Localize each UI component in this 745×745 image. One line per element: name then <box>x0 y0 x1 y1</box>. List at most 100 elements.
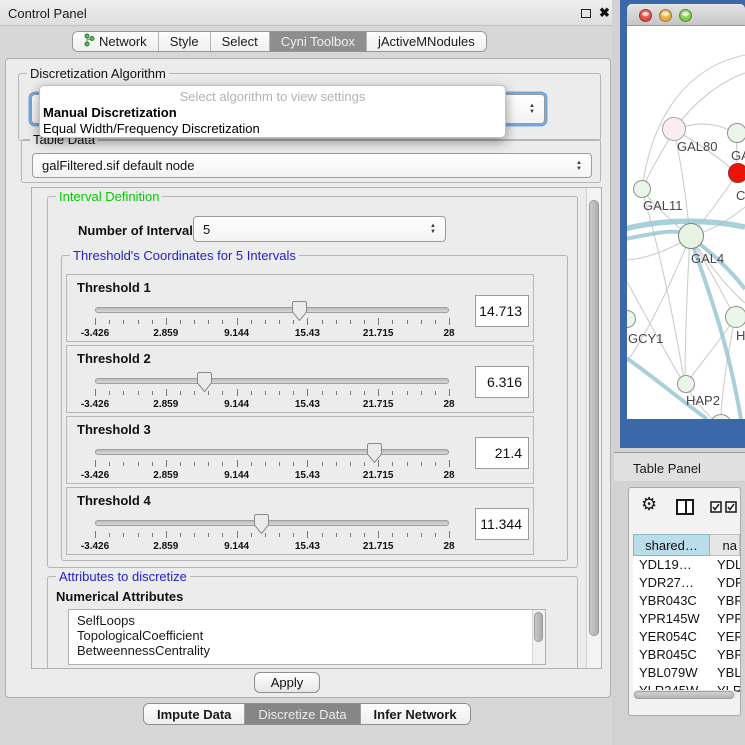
attributes-list-scrollbar[interactable] <box>532 610 545 664</box>
scrollbar-thumb[interactable] <box>634 691 734 699</box>
network-node[interactable] <box>677 375 695 393</box>
tick-mark <box>364 462 365 466</box>
node-label: GAL11 <box>643 198 683 213</box>
table-row[interactable]: YBL079WYBL0 <box>633 664 740 682</box>
table-row[interactable]: YBR045CYBR0 <box>633 646 740 664</box>
threshold-value-field[interactable]: 21.4 <box>475 437 529 469</box>
tick-mark <box>251 533 252 537</box>
tick-mark <box>166 318 167 325</box>
horizontal-scrollbar[interactable] <box>633 690 737 699</box>
network-node[interactable] <box>633 180 651 198</box>
tick-mark <box>307 460 308 467</box>
threshold-value-field[interactable]: 14.713 <box>475 295 529 327</box>
tick-mark <box>293 533 294 537</box>
tab-label: jActiveMNodules <box>378 34 475 49</box>
num-intervals-spinner[interactable]: 5 ▲▼ <box>193 216 446 242</box>
tick-mark <box>307 389 308 396</box>
zoom-traffic-light[interactable] <box>679 9 692 22</box>
attribute-item-betweennesscentrality[interactable]: BetweennessCentrality <box>77 643 545 658</box>
float-window-icon[interactable] <box>581 9 591 18</box>
slider-thumb[interactable] <box>292 301 307 321</box>
tick-mark <box>265 462 266 466</box>
checkbox-icon[interactable] <box>725 501 737 516</box>
tick-mark <box>180 391 181 395</box>
apply-button[interactable]: Apply <box>254 672 320 693</box>
scrollbar-thumb[interactable] <box>589 200 599 636</box>
column-header-shared-[interactable]: shared… <box>633 534 710 556</box>
column-header-na[interactable]: na <box>710 534 740 556</box>
tick-label: 28 <box>443 399 454 410</box>
slider-thumb[interactable] <box>367 443 382 463</box>
table-row[interactable]: YDL19…YDL1 <box>633 556 740 574</box>
tick-label: 9.144 <box>224 470 249 481</box>
threshold-slider-track[interactable] <box>95 449 449 455</box>
tick-label: 21.715 <box>363 328 394 339</box>
threshold-slider[interactable]: -3.4262.8599.14415.4321.71528 <box>95 514 449 554</box>
threshold-value-field[interactable]: 11.344 <box>475 508 529 540</box>
tab-impute-data[interactable]: Impute Data <box>144 704 245 724</box>
tab-infer-network[interactable]: Infer Network <box>361 704 470 724</box>
tick-mark <box>251 320 252 324</box>
tick-mark <box>364 320 365 324</box>
threshold-slider-track[interactable] <box>95 520 449 526</box>
table-row[interactable]: YBR043CYBR0 <box>633 592 740 610</box>
network-node[interactable] <box>678 223 704 249</box>
close-traffic-light[interactable] <box>639 9 652 22</box>
tick-mark <box>109 533 110 537</box>
network-node[interactable] <box>728 163 745 183</box>
table-row[interactable]: YER054CYER0 <box>633 628 740 646</box>
tab-network[interactable]: Network <box>73 32 159 51</box>
tick-mark <box>378 318 379 325</box>
network-view-frame: GAL80GALCGAL11GAL4GCY1HHAP2 <box>620 0 745 448</box>
node-label: H <box>736 328 745 343</box>
network-node[interactable] <box>662 117 686 141</box>
threshold-label: Threshold 4 <box>77 493 151 508</box>
tick-mark <box>237 389 238 396</box>
threshold-slider[interactable]: -3.4262.8599.14415.4321.71528 <box>95 301 449 341</box>
tick-label: 2.859 <box>153 470 178 481</box>
table-row[interactable]: YDR27…YDR2 <box>633 574 740 592</box>
scrollbar-thumb[interactable] <box>534 612 543 642</box>
tick-mark <box>279 320 280 324</box>
dropdown-options: Manual DiscretizationEqual Width/Frequen… <box>40 105 505 137</box>
threshold-slider[interactable]: -3.4262.8599.14415.4321.71528 <box>95 443 449 483</box>
tick-mark <box>392 462 393 466</box>
cell-shared-name: YBR043C <box>633 592 710 610</box>
threshold-slider-track[interactable] <box>95 307 449 313</box>
threshold-slider-track[interactable] <box>95 378 449 384</box>
slider-thumb[interactable] <box>197 372 212 392</box>
close-icon[interactable]: ✖ <box>599 5 610 21</box>
vertical-scrollbar[interactable] <box>586 188 601 668</box>
tab-select[interactable]: Select <box>211 32 270 51</box>
dropdown-option-manual-discretization[interactable]: Manual Discretization <box>40 105 505 121</box>
attribute-item-topologicalcoefficient[interactable]: TopologicalCoefficient <box>77 628 545 643</box>
split-columns-icon[interactable] <box>676 499 694 515</box>
gear-icon[interactable]: ⚙ <box>641 494 657 515</box>
tick-mark <box>435 391 436 395</box>
tick-label: -3.426 <box>81 328 109 339</box>
attributes-group: Attributes to discretize Numerical Attri… <box>47 576 578 669</box>
slider-thumb[interactable] <box>254 514 269 534</box>
tick-label: 15.43 <box>295 328 320 339</box>
minimize-traffic-light[interactable] <box>659 9 672 22</box>
tick-mark <box>407 533 408 537</box>
network-canvas[interactable]: GAL80GALCGAL11GAL4GCY1HHAP2 <box>627 27 745 419</box>
tab-cyni-toolbox[interactable]: Cyni Toolbox <box>270 32 367 51</box>
tab-jactivemnodules[interactable]: jActiveMNodules <box>367 32 486 51</box>
table-data-combobox[interactable]: galFiltered.sif default node ▲▼ <box>32 153 592 178</box>
threshold-value-field[interactable]: 6.316 <box>475 366 529 398</box>
tab-discretize-data[interactable]: Discretize Data <box>245 704 360 724</box>
network-node[interactable] <box>725 306 745 328</box>
cell-name: YER0 <box>710 628 740 646</box>
tick-mark <box>222 533 223 537</box>
threshold-slider[interactable]: -3.4262.8599.14415.4321.71528 <box>95 372 449 412</box>
tick-mark <box>307 318 308 325</box>
table-row[interactable]: YPR145WYPR1 <box>633 610 740 628</box>
network-node[interactable] <box>727 123 745 143</box>
dropdown-option-equal-width-frequency-discretization[interactable]: Equal Width/Frequency Discretization <box>40 121 505 137</box>
attribute-item-selfloops[interactable]: SelfLoops <box>77 613 545 628</box>
tick-mark <box>449 531 450 538</box>
tab-style[interactable]: Style <box>159 32 211 51</box>
checkbox-icon[interactable] <box>710 501 722 516</box>
threshold-panel: Threshold 2-3.4262.8599.14415.4321.71528… <box>66 345 534 413</box>
